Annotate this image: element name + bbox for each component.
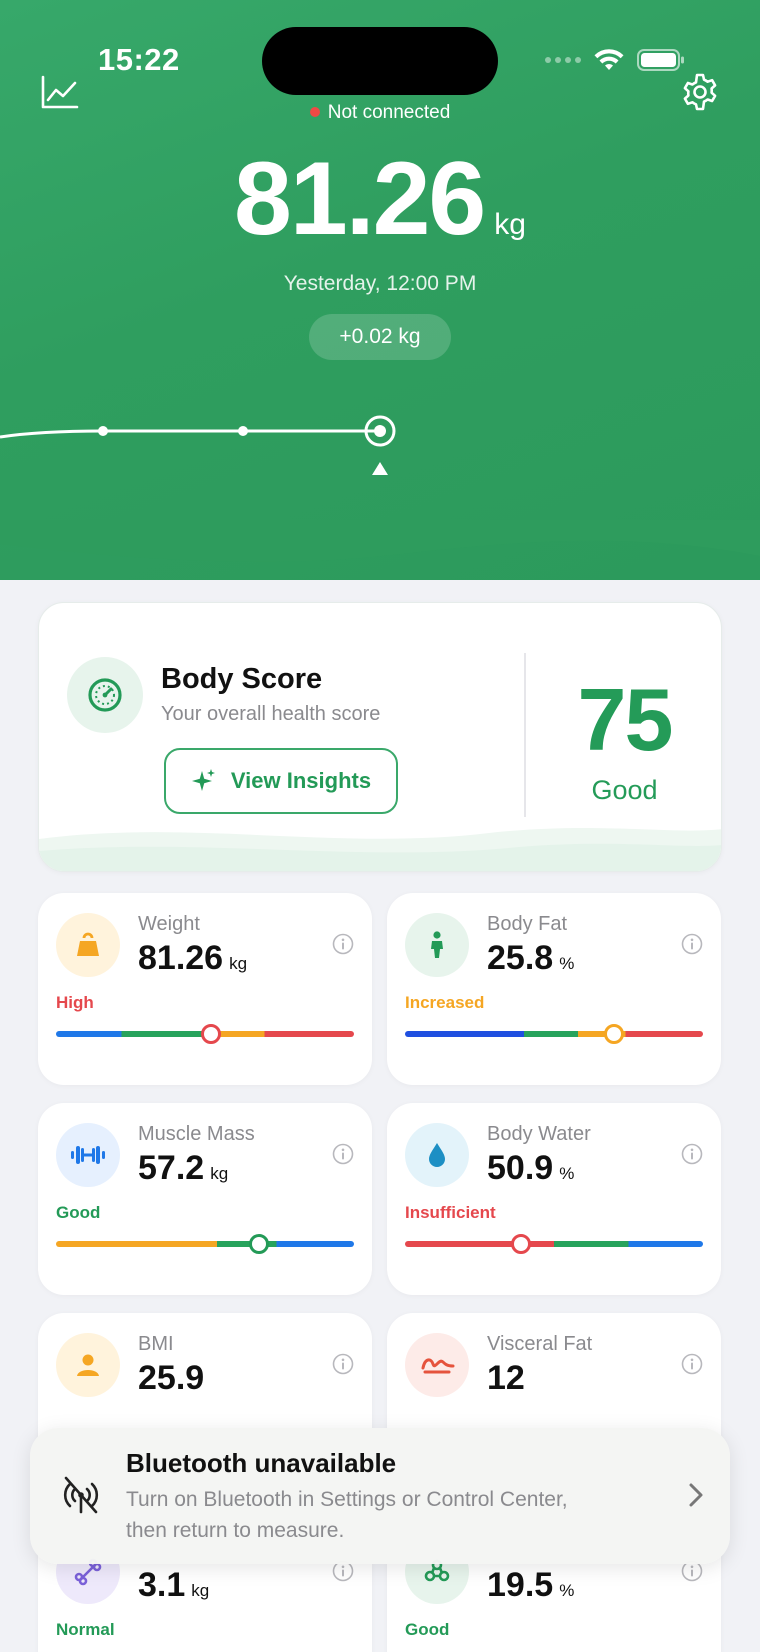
disconnected-dot-icon	[309, 107, 320, 117]
metric-name: Body Water	[487, 1123, 591, 1145]
metric-name: Visceral Fat	[487, 1333, 593, 1355]
bluetooth-off-icon	[63, 1476, 99, 1514]
metric-number: 50.9	[487, 1149, 554, 1187]
metric-value: 50.9%	[487, 1149, 574, 1188]
weight-change-badge: +0.02 kg	[309, 314, 451, 360]
metric-card[interactable]: Muscle Mass 57.2 kg Good	[38, 1103, 372, 1295]
score-card-wave	[39, 827, 721, 871]
speedometer-icon	[67, 657, 143, 733]
info-icon[interactable]	[681, 1353, 703, 1375]
wifi-icon	[594, 49, 624, 70]
info-icon[interactable]	[681, 1143, 703, 1165]
metric-unit: %	[559, 1164, 575, 1183]
status-icons	[545, 48, 685, 72]
metric-status: Good	[405, 1620, 450, 1639]
dynamic-island	[262, 27, 498, 95]
body-score-title: Body Score	[161, 663, 323, 695]
metric-gauge	[405, 1241, 703, 1247]
metric-card[interactable]: Weight 81.26 kg High	[38, 893, 372, 1085]
bluetooth-banner-title: Bluetooth unavailable	[126, 1448, 397, 1478]
metric-status: Normal	[56, 1620, 115, 1639]
trend-point	[98, 426, 108, 436]
metric-value: 19.5%	[487, 1566, 574, 1605]
body-score-value: 75	[577, 670, 674, 769]
metric-number: 25.9	[138, 1359, 205, 1397]
connection-status: Not connected	[0, 102, 760, 124]
metric-gauge-marker	[511, 1234, 532, 1254]
metric-number: 81.26	[138, 939, 224, 977]
metric-value: 25.9	[138, 1359, 210, 1398]
measurement-timestamp: Yesterday, 12:00 PM	[283, 272, 477, 295]
info-icon[interactable]	[332, 1353, 354, 1375]
weight-trend-line[interactable]	[0, 395, 760, 475]
bluetooth-banner-message: Turn on Bluetooth in Settings or Control…	[126, 1488, 568, 1542]
metric-unit: %	[559, 1581, 575, 1600]
view-insights-label: View Insights	[230, 768, 372, 793]
metric-name: Body Fat	[487, 913, 568, 935]
metric-card[interactable]: Body Water 50.9% Insufficient	[387, 1103, 721, 1295]
info-icon[interactable]	[332, 1143, 354, 1165]
metric-gauge	[405, 1031, 703, 1037]
metric-gauge-marker	[603, 1024, 624, 1044]
metric-unit: %	[559, 954, 575, 973]
visceral-icon	[405, 1333, 469, 1397]
metric-number: 57.2	[138, 1149, 205, 1187]
current-weight: 81.26 kg	[0, 140, 760, 259]
battery-icon	[637, 49, 684, 71]
metric-number: 12	[487, 1359, 525, 1397]
metric-value: 3.1 kg	[138, 1566, 209, 1605]
connection-status-label: Not connected	[327, 102, 451, 123]
metric-number: 25.8	[487, 939, 554, 977]
metric-value: 57.2 kg	[138, 1149, 228, 1188]
trend-point	[238, 426, 248, 436]
metric-status: Insufficient	[405, 1203, 496, 1222]
metric-unit: kg	[191, 1581, 210, 1600]
weight-icon	[56, 913, 120, 977]
header-wave	[0, 520, 760, 562]
current-weight-unit: kg	[494, 208, 526, 241]
info-icon[interactable]	[332, 933, 354, 955]
metric-gauge	[56, 1241, 354, 1247]
metric-status: Good	[56, 1203, 101, 1222]
header: 15:22 Not connected 81.26 kg Yesterday, 1…	[0, 0, 760, 580]
metric-name: Weight	[138, 913, 200, 935]
current-weight-value: 81.26	[234, 141, 486, 257]
info-icon[interactable]	[681, 933, 703, 955]
cellular-signal-icon	[545, 57, 581, 63]
metric-name: BMI	[138, 1333, 174, 1355]
metric-name: Muscle Mass	[138, 1123, 255, 1145]
sparkle-icon	[191, 769, 215, 791]
status-time: 15:22	[98, 42, 180, 77]
selection-pointer-icon	[372, 462, 388, 475]
view-insights-button[interactable]: View Insights	[164, 748, 398, 814]
body-score-card[interactable]: Body Score Your overall health score Vie…	[38, 602, 722, 872]
metric-card[interactable]: Body Fat 25.8% Increased	[387, 893, 721, 1085]
body-score-subtitle: Your overall health score	[161, 703, 381, 725]
metric-status: High	[56, 993, 94, 1012]
metric-value: 12	[487, 1359, 531, 1398]
body-score-rating: Good	[591, 775, 658, 805]
metric-status: Increased	[405, 993, 485, 1012]
metric-number: 3.1	[138, 1566, 186, 1604]
metric-value: 25.8%	[487, 939, 574, 978]
metric-value: 81.26 kg	[138, 939, 247, 978]
metric-gauge-marker	[248, 1234, 269, 1254]
user-icon	[56, 1333, 120, 1397]
chevron-right-icon	[689, 1483, 703, 1507]
bluetooth-unavailable-banner[interactable]: Bluetooth unavailable Turn on Bluetooth …	[30, 1428, 730, 1564]
metric-gauge-marker	[200, 1024, 221, 1044]
metric-unit: kg	[210, 1164, 229, 1183]
metric-number: 19.5	[487, 1566, 554, 1604]
person-icon	[405, 913, 469, 977]
water-drop-icon	[405, 1123, 469, 1187]
metric-unit: kg	[229, 954, 248, 973]
dumbbell-icon	[56, 1123, 120, 1187]
